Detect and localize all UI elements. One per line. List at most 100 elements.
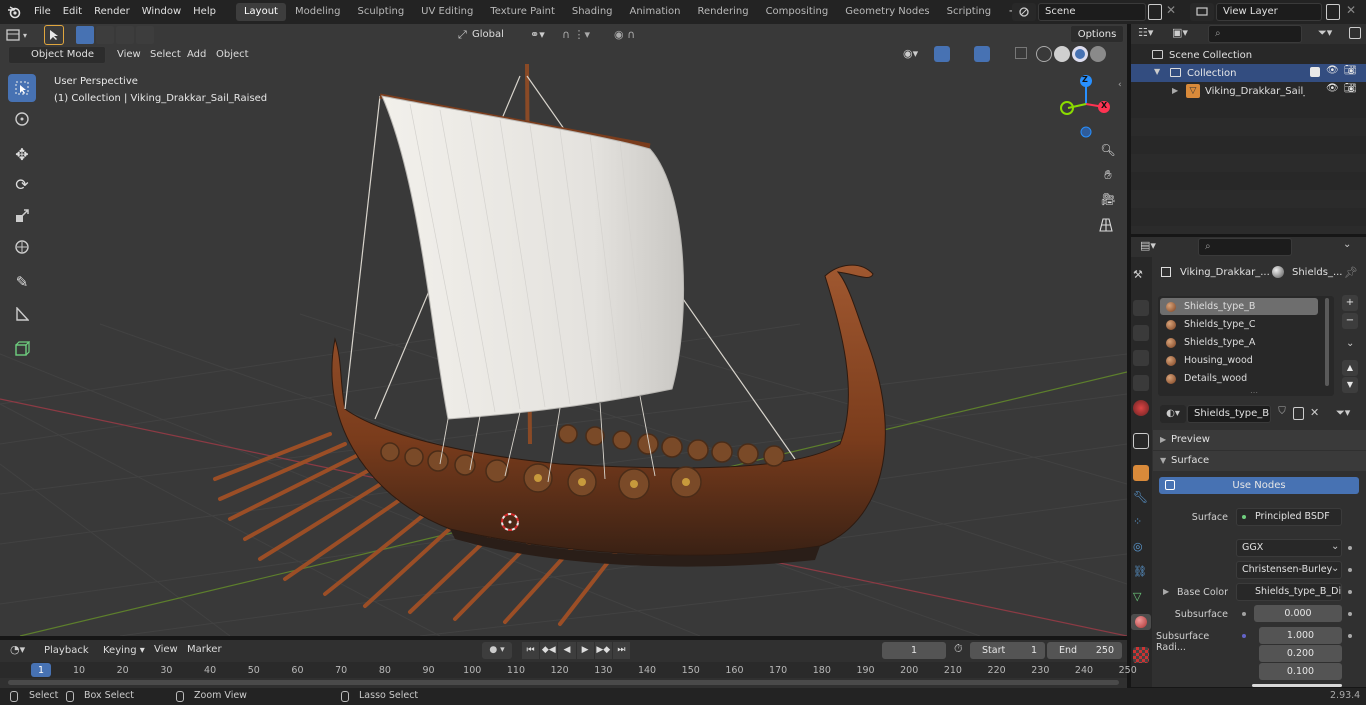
timeline-scrollbar[interactable] bbox=[8, 680, 1119, 685]
add-cube-tool-icon[interactable] bbox=[8, 335, 36, 363]
distribution-dropdown[interactable]: GGX bbox=[1236, 539, 1342, 557]
pin-icon[interactable]: 📌︎ bbox=[1344, 266, 1358, 279]
annotate-tool-icon[interactable]: ✎ bbox=[8, 268, 36, 296]
solid-shading-icon[interactable] bbox=[1054, 46, 1070, 62]
navigation-gizmo[interactable]: Z X bbox=[1058, 72, 1118, 138]
move-tool-icon[interactable]: ✥ bbox=[8, 140, 36, 168]
move-slot-down-button[interactable]: ▼ bbox=[1342, 377, 1358, 393]
particles-tab-icon[interactable]: ⁘ bbox=[1133, 515, 1149, 531]
tab-modeling[interactable]: Modeling bbox=[287, 3, 349, 21]
add-material-slot-button[interactable]: + bbox=[1342, 295, 1358, 311]
object-visibility-icon[interactable]: 👁︎ bbox=[1326, 83, 1339, 94]
play-reverse-icon[interactable]: ◀ bbox=[558, 642, 576, 659]
distribution-keyframe-dot[interactable] bbox=[1348, 546, 1352, 550]
tab-animation[interactable]: Animation bbox=[622, 3, 689, 21]
play-icon[interactable]: ▶ bbox=[576, 642, 594, 659]
filter-icon[interactable]: ⏷▾ bbox=[1318, 26, 1332, 40]
subsurface-method-keyframe-dot[interactable] bbox=[1348, 568, 1352, 572]
outliner-search-field[interactable]: ⌕ bbox=[1208, 25, 1302, 43]
transform-tool-icon[interactable] bbox=[8, 233, 36, 261]
preview-range-icon[interactable]: ⏱ bbox=[954, 642, 963, 656]
menu-add[interactable]: Add bbox=[187, 49, 206, 60]
base-color-keyframe-dot[interactable] bbox=[1348, 590, 1352, 594]
menu-object[interactable]: Object bbox=[216, 49, 249, 60]
select-box-tool-icon[interactable] bbox=[8, 74, 36, 102]
duplicate-material-icon[interactable] bbox=[1293, 407, 1304, 420]
material-link-icon[interactable]: ⏷▾ bbox=[1336, 406, 1350, 420]
subsurface-keyframe-dot[interactable] bbox=[1348, 612, 1352, 616]
xray-icon[interactable] bbox=[1015, 47, 1027, 59]
delete-scene-icon[interactable]: ✕ bbox=[1166, 3, 1176, 17]
new-scene-icon[interactable] bbox=[1148, 4, 1162, 20]
view-layer-tab-icon[interactable] bbox=[1133, 350, 1149, 366]
shading-modes[interactable] bbox=[1036, 46, 1108, 62]
auto-keying-icon[interactable]: ● ▾ bbox=[482, 642, 512, 659]
material-shading-icon[interactable] bbox=[1072, 46, 1088, 62]
subsurface-method-dropdown[interactable]: Christensen-Burley bbox=[1236, 561, 1342, 579]
object-render-icon[interactable]: 📷︎ bbox=[1344, 83, 1357, 94]
blender-logo-icon[interactable] bbox=[0, 0, 28, 24]
timeline-marker-menu[interactable]: Marker bbox=[187, 644, 222, 655]
orientation-dropdown[interactable]: Global bbox=[472, 26, 524, 44]
modifier-tab-icon[interactable]: 🔧︎ bbox=[1133, 490, 1149, 506]
material-name-field[interactable]: Shields_type_B bbox=[1187, 405, 1271, 423]
object-mode-dropdown[interactable]: Object Mode bbox=[8, 46, 106, 64]
zoom-icon[interactable]: 🔍︎ bbox=[1099, 143, 1117, 161]
collection-label[interactable]: Collection bbox=[1187, 68, 1236, 79]
material-slot-row[interactable]: Details_wood bbox=[1160, 370, 1318, 387]
scene-selector-icon[interactable] bbox=[1012, 3, 1036, 21]
tab-layout[interactable]: Layout bbox=[235, 3, 286, 21]
fake-user-icon[interactable]: ⛉ bbox=[1274, 406, 1290, 422]
data-tab-icon[interactable]: ▽ bbox=[1133, 590, 1149, 606]
properties-editor-icon[interactable]: ▤▾ bbox=[1140, 239, 1156, 252]
viewport-area[interactable] bbox=[0, 24, 1127, 636]
mode-extend-icon[interactable] bbox=[96, 26, 114, 44]
material-slot-row[interactable]: Shields_type_B bbox=[1160, 298, 1318, 315]
frame-start-field[interactable]: Start 1 bbox=[970, 642, 1045, 659]
physics-tab-icon[interactable]: ◎ bbox=[1133, 540, 1149, 556]
collection-expand-icon[interactable]: ▼ bbox=[1154, 67, 1160, 76]
list-resize-handle[interactable]: ⋯ bbox=[1250, 388, 1258, 397]
proportional-edit-icon[interactable]: ◉ ∩ bbox=[614, 26, 654, 44]
material-tab-icon[interactable] bbox=[1131, 614, 1151, 630]
properties-options-icon[interactable]: ⌄ bbox=[1343, 239, 1351, 250]
measure-tool-icon[interactable] bbox=[8, 300, 36, 328]
menu-window[interactable]: Window bbox=[136, 0, 187, 24]
outliner-object-label[interactable]: Viking_Drakkar_Sail_Raised bbox=[1205, 86, 1305, 97]
browse-material-icon[interactable]: ◐▾ bbox=[1160, 405, 1186, 423]
timeline-view-menu[interactable]: View bbox=[154, 644, 178, 655]
frame-end-field[interactable]: End 250 bbox=[1047, 642, 1122, 659]
scale-tool-icon[interactable] bbox=[8, 202, 36, 230]
display-mode-icon[interactable]: ▣▾ bbox=[1172, 26, 1188, 39]
tab-scripting[interactable]: Scripting bbox=[939, 3, 999, 21]
collection-render-icon[interactable]: 📷︎ bbox=[1344, 65, 1357, 76]
remove-material-slot-button[interactable]: − bbox=[1342, 313, 1358, 329]
slot-specials-icon[interactable]: ⌄ bbox=[1346, 338, 1354, 349]
base-color-field[interactable]: Shields_type_B_Diff... bbox=[1236, 583, 1342, 601]
new-view-layer-icon[interactable] bbox=[1326, 4, 1340, 20]
menu-render[interactable]: Render bbox=[88, 0, 136, 24]
timeline-editor-icon[interactable]: ◔▾ bbox=[10, 643, 25, 656]
selection-mode-icons[interactable] bbox=[76, 26, 162, 44]
rendered-shading-icon[interactable] bbox=[1090, 46, 1106, 62]
collection-tab-icon[interactable] bbox=[1133, 433, 1149, 449]
render-tab-icon[interactable] bbox=[1133, 300, 1149, 316]
world-tab-icon[interactable] bbox=[1133, 400, 1149, 416]
delete-view-layer-icon[interactable]: ✕ bbox=[1346, 3, 1356, 17]
subsurface-radius-z[interactable]: 0.100 bbox=[1259, 663, 1342, 680]
move-slot-up-button[interactable]: ▲ bbox=[1342, 360, 1358, 376]
object-tab-icon[interactable] bbox=[1133, 465, 1149, 481]
outliner-editor-icon[interactable]: ☷▾ bbox=[1138, 26, 1153, 39]
constraints-tab-icon[interactable]: ⛓ bbox=[1133, 565, 1149, 581]
material-slot-row[interactable]: Shields_type_C bbox=[1160, 316, 1318, 333]
tab-uv-editing[interactable]: UV Editing bbox=[413, 3, 481, 21]
cursor-tool-icon[interactable] bbox=[8, 105, 36, 133]
scene-tab-icon[interactable] bbox=[1133, 375, 1149, 391]
tab-compositing[interactable]: Compositing bbox=[758, 3, 837, 21]
mode-set-icon[interactable] bbox=[76, 26, 94, 44]
keying-menu[interactable]: Keying ▾ bbox=[99, 642, 147, 659]
wireframe-shading-icon[interactable] bbox=[1036, 46, 1052, 62]
camera-view-icon[interactable]: 🎥︎ bbox=[1099, 192, 1117, 210]
subsurface-radius-keyframe-dot[interactable] bbox=[1348, 634, 1352, 638]
prev-keyframe-icon[interactable]: ◆◀ bbox=[540, 642, 558, 659]
